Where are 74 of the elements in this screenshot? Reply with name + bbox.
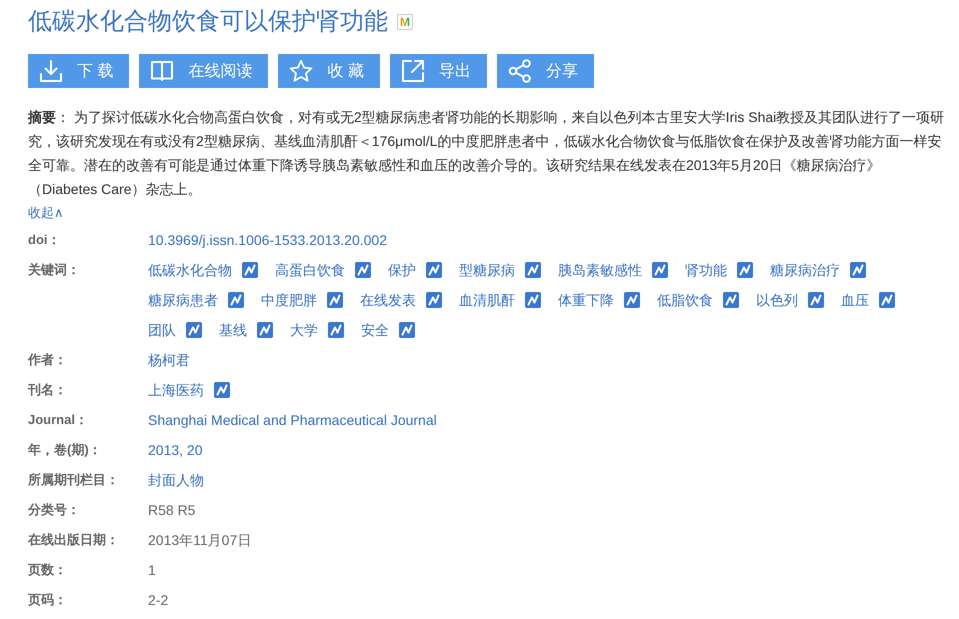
trend-icon[interactable] xyxy=(525,262,541,278)
keyword-link[interactable]: 以色列 xyxy=(756,285,798,315)
keyword-link[interactable]: 胰岛素敏感性 xyxy=(558,255,642,285)
field-value: 2-2 xyxy=(148,591,168,610)
collapse-link[interactable]: 收起∧ xyxy=(28,205,64,220)
trend-icon[interactable] xyxy=(426,292,442,308)
keyword-link[interactable]: 中度肥胖 xyxy=(261,285,317,315)
field-value: 2013年11月07日 xyxy=(148,531,252,550)
article-title: 低碳水化合物饮食可以保护肾功能 xyxy=(28,8,388,36)
trend-icon[interactable] xyxy=(525,292,541,308)
action-button[interactable]: 收 藏 xyxy=(278,54,380,88)
field-label: 年，卷(期)： xyxy=(28,441,103,459)
trend-icon[interactable] xyxy=(808,292,824,308)
action-button[interactable]: 导出 xyxy=(390,54,487,88)
abstract-text: 摘要： 为了探讨低碳水化合物高蛋白饮食，对有或无2型糖尿病患者肾功能的长期影响，来自以色列本古里安大学Iris Shai教授及其团队进行了一项研究，该研究发现在有或没有2型糖尿病、基线血清肌酐＜176μmol/L的中度肥胖患者中，低碳水化合物饮食与低脂饮食在保护及改善肾功能方面一样安全可靠。潜在的改善有可能是通过体重下降诱导胰岛素敏感性和血压的改善介导的。该研究结果在线发表在2013年5月20日《糖尿病治疗》（Diabetes Care）杂志上。 xyxy=(28,108,945,199)
trend-icon[interactable] xyxy=(399,322,415,338)
field-link[interactable]: 2013, 20 xyxy=(148,435,202,465)
trend-icon[interactable] xyxy=(723,292,739,308)
trend-icon[interactable] xyxy=(257,322,273,338)
trend-icon[interactable] xyxy=(624,292,640,308)
keyword-link[interactable]: 团队 xyxy=(148,315,176,345)
trend-icon[interactable] xyxy=(242,262,258,278)
field-label: 页数： xyxy=(28,561,68,579)
keyword-link[interactable]: 血清肌酐 xyxy=(459,285,515,315)
keyword-link[interactable]: 基线 xyxy=(219,315,247,345)
field-label: 分类号： xyxy=(28,501,81,519)
trend-icon[interactable] xyxy=(879,292,895,308)
keyword-link[interactable]: 型糖尿病 xyxy=(459,255,515,285)
field-link[interactable]: 10.3969/j.issn.1006-1533.2013.20.002 xyxy=(148,225,387,255)
trend-icon[interactable] xyxy=(850,262,866,278)
field-label: 关键词： xyxy=(28,261,81,279)
title-badge: M xyxy=(397,14,413,30)
field-link[interactable]: 封面人物 xyxy=(148,465,204,495)
field-label: 页码： xyxy=(28,591,68,609)
keyword-link[interactable]: 低脂饮食 xyxy=(657,285,713,315)
keyword-link[interactable]: 高蛋白饮食 xyxy=(275,255,345,285)
keyword-link[interactable]: 安全 xyxy=(361,315,389,345)
field-label: 作者： xyxy=(28,351,68,369)
keyword-link[interactable]: 糖尿病患者 xyxy=(148,285,218,315)
trend-icon[interactable] xyxy=(652,262,668,278)
action-button[interactable]: 在线阅读 xyxy=(139,54,268,88)
trend-icon[interactable] xyxy=(214,382,230,398)
field-label: Journal： xyxy=(28,411,89,429)
trend-icon[interactable] xyxy=(328,322,344,338)
field-label: doi： xyxy=(28,231,62,249)
trend-icon[interactable] xyxy=(355,262,371,278)
field-value: 1 xyxy=(148,561,156,580)
action-button[interactable]: 下 载 xyxy=(28,54,130,88)
trend-icon[interactable] xyxy=(426,262,442,278)
field-link[interactable]: Shanghai Medical and Pharmaceutical Journal xyxy=(148,405,437,435)
trend-icon[interactable] xyxy=(186,322,202,338)
share-icon xyxy=(508,59,532,83)
trend-icon[interactable] xyxy=(737,262,753,278)
trend-icon[interactable] xyxy=(228,292,244,308)
keyword-link[interactable]: 体重下降 xyxy=(558,285,614,315)
keyword-link[interactable]: 肾功能 xyxy=(685,255,727,285)
keyword-link[interactable]: 糖尿病治疗 xyxy=(770,255,840,285)
export-icon xyxy=(400,59,425,83)
trend-icon[interactable] xyxy=(327,292,343,308)
field-label: 在线出版日期： xyxy=(28,531,120,549)
book-icon xyxy=(150,59,174,83)
star-icon xyxy=(289,59,314,83)
keyword-link[interactable]: 低碳水化合物 xyxy=(148,255,232,285)
keyword-link[interactable]: 血压 xyxy=(841,285,869,315)
keyword-link[interactable]: 在线发表 xyxy=(360,285,416,315)
keyword-link[interactable]: 大学 xyxy=(290,315,318,345)
download-icon xyxy=(39,59,63,83)
field-value: R58 R5 xyxy=(148,501,196,520)
keyword-link[interactable]: 上海医药 xyxy=(148,375,204,405)
keyword-link[interactable]: 保护 xyxy=(388,255,416,285)
field-label: 刊名： xyxy=(28,381,68,399)
action-button[interactable]: 分享 xyxy=(496,54,594,88)
field-link[interactable]: 杨柯君 xyxy=(148,345,190,375)
field-label: 所属期刊栏目： xyxy=(28,471,120,489)
